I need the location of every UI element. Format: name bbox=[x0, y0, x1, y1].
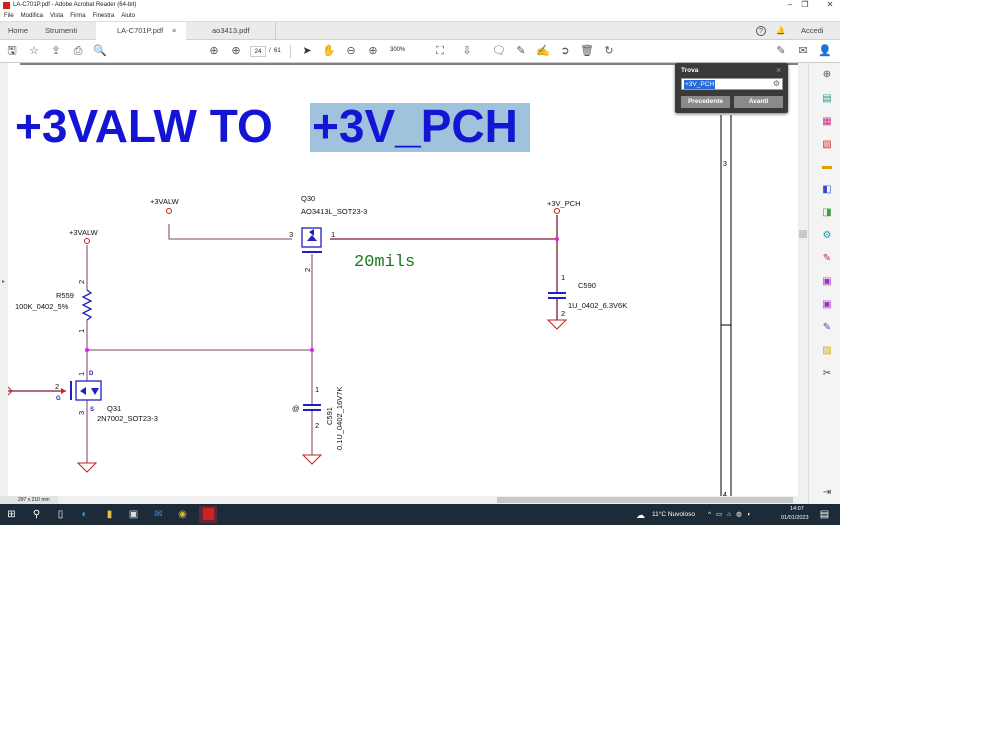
pin-number: 3 bbox=[289, 230, 293, 239]
q31-ref: Q31 bbox=[107, 404, 121, 413]
pin-number: 2 bbox=[561, 309, 565, 318]
task-view-icon[interactable]: ▯ bbox=[54, 508, 67, 521]
weather-text[interactable]: 11°C Nuvoloso bbox=[652, 511, 695, 518]
pin-s-label: S bbox=[90, 407, 94, 413]
c591-value: 0.1U_0402_16V7K bbox=[335, 387, 344, 450]
vertical-scrollbar[interactable] bbox=[798, 63, 808, 496]
acrobat-taskbar-icon[interactable] bbox=[199, 506, 217, 523]
pin-number: 2 bbox=[77, 280, 86, 284]
r559-ref: R559 bbox=[56, 291, 74, 300]
mail-icon[interactable]: ✉ bbox=[152, 508, 165, 521]
grounds bbox=[7, 319, 568, 473]
q30-value: AO3413L_SOT23-3 bbox=[301, 207, 367, 216]
components bbox=[70, 227, 566, 411]
at-symbol: @ bbox=[292, 404, 300, 413]
scroll-thumb[interactable] bbox=[799, 230, 807, 238]
trace-width-note: 20mils bbox=[354, 253, 415, 272]
store-icon[interactable]: ▣ bbox=[127, 508, 140, 521]
pin-d-label: D bbox=[89, 371, 94, 377]
junctions bbox=[85, 237, 559, 352]
more-tools-icon[interactable]: ✂ bbox=[821, 368, 833, 380]
pin-g-label: G bbox=[56, 396, 61, 402]
page-size: 297 x 210 mm bbox=[0, 496, 58, 504]
organize-pages-icon[interactable]: ▦ bbox=[821, 116, 833, 128]
ground-icon bbox=[546, 319, 568, 330]
chrome-icon[interactable]: ◉ bbox=[176, 508, 189, 521]
net-label-3valw: +3VALW bbox=[150, 197, 180, 206]
weather-icon: ☁ bbox=[636, 510, 645, 520]
r559-value: 100K_0402_5% bbox=[15, 302, 69, 311]
collapse-panel-icon[interactable]: ⇥ bbox=[821, 487, 833, 499]
find-next-button[interactable]: Avanti bbox=[734, 96, 783, 108]
zoom-tool-icon[interactable]: ⊕ bbox=[821, 69, 833, 81]
status-bar: 297 x 210 mm bbox=[0, 496, 808, 504]
file-explorer-icon[interactable]: ▮ bbox=[103, 508, 116, 521]
clock-date[interactable]: 01/01/2023 bbox=[781, 515, 809, 521]
q30-ref: Q30 bbox=[301, 194, 315, 203]
export-pdf-icon[interactable]: ▧ bbox=[821, 139, 833, 151]
protect-icon[interactable]: ⚙ bbox=[821, 230, 833, 242]
c590-value: 1U_0402_6.3V6K bbox=[568, 301, 627, 310]
horizontal-scrollbar[interactable] bbox=[497, 497, 793, 503]
heading-from: +3VALW TO bbox=[15, 100, 273, 152]
pin-number: 1 bbox=[331, 230, 335, 239]
junction-dot bbox=[85, 348, 89, 352]
system-tray-icons[interactable]: ^▭⌂◍◖ bbox=[708, 510, 756, 518]
find-query: +3V_PCH bbox=[684, 80, 716, 89]
start-icon[interactable]: ⊞ bbox=[5, 508, 18, 521]
clock-time[interactable]: 14:07 bbox=[790, 506, 804, 512]
pin-number: 1 bbox=[315, 385, 319, 394]
ground-icon bbox=[301, 454, 323, 465]
pin-number: 2 bbox=[55, 382, 59, 391]
combine-icon[interactable]: ◧ bbox=[821, 184, 833, 196]
edge-icon[interactable]: ◐ bbox=[78, 508, 91, 521]
find-previous-button[interactable]: Precedente bbox=[681, 96, 730, 108]
acrobat-window: LA-C701P.pdf - Adobe Acrobat Reader (64-… bbox=[0, 0, 840, 525]
send-review-icon[interactable]: ▨ bbox=[821, 345, 833, 357]
c590-ref: C590 bbox=[578, 281, 596, 290]
find-dialog: Trova × +3V_PCH ⚙ Precedente Avanti bbox=[675, 63, 788, 113]
settings-gear-icon[interactable]: ⚙ bbox=[773, 79, 780, 88]
request-signature-icon[interactable]: ✎ bbox=[821, 322, 833, 334]
pin-number: 2 bbox=[303, 268, 312, 272]
find-title: Trova bbox=[681, 67, 699, 74]
edit-pdf-icon[interactable]: ▣ bbox=[821, 276, 833, 288]
power-port-icon bbox=[166, 208, 172, 214]
q31-value: 2N7002_SOT23-3 bbox=[97, 414, 158, 423]
component-arrows bbox=[61, 229, 317, 395]
taskbar-search-icon[interactable]: ⚲ bbox=[30, 508, 43, 521]
wires bbox=[8, 215, 558, 463]
compare-icon[interactable]: ◨ bbox=[821, 207, 833, 219]
c591-ref: C591 bbox=[325, 407, 334, 425]
find-input[interactable]: +3V_PCH ⚙ bbox=[681, 78, 783, 90]
pin-number: 3 bbox=[77, 411, 86, 415]
ground-icon bbox=[76, 462, 98, 473]
pin-number: 1 bbox=[77, 372, 86, 376]
junction-dot bbox=[310, 348, 314, 352]
comment-tool-icon[interactable]: ▬ bbox=[821, 161, 833, 173]
power-port-icon bbox=[554, 208, 560, 214]
pin-number: 2 bbox=[315, 421, 319, 430]
junction-dot bbox=[555, 237, 559, 241]
fill-sign-tool-icon[interactable]: ✎ bbox=[821, 253, 833, 265]
zone-label: 3 bbox=[723, 161, 727, 168]
right-tools-panel: ⊕ ▤ ▦ ▧ ▬ ◧ ◨ ⚙ ✎ ▣ ▣ ✎ ▨ ✂ ⇥ bbox=[808, 63, 840, 504]
pin-number: 1 bbox=[77, 329, 86, 333]
power-port-icon bbox=[84, 238, 90, 244]
forms-icon[interactable]: ▣ bbox=[821, 299, 833, 311]
r559-symbol bbox=[81, 289, 93, 321]
net-label-3v-pch: +3V_PCH bbox=[547, 199, 581, 208]
pin-number: 1 bbox=[561, 273, 565, 282]
net-label-3valw: +3VALW bbox=[69, 228, 99, 237]
windows-taskbar: ⊞ ⚲ ▯ ◐ ▮ ▣ ✉ ◉ ☁ 11°C Nuvoloso ^▭⌂◍◖ 14… bbox=[0, 504, 840, 525]
heading-to: +3V_PCH bbox=[312, 100, 518, 152]
create-pdf-icon[interactable]: ▤ bbox=[821, 93, 833, 105]
find-close-icon[interactable]: × bbox=[776, 65, 781, 75]
notifications-icon[interactable]: ▤ bbox=[818, 508, 831, 521]
